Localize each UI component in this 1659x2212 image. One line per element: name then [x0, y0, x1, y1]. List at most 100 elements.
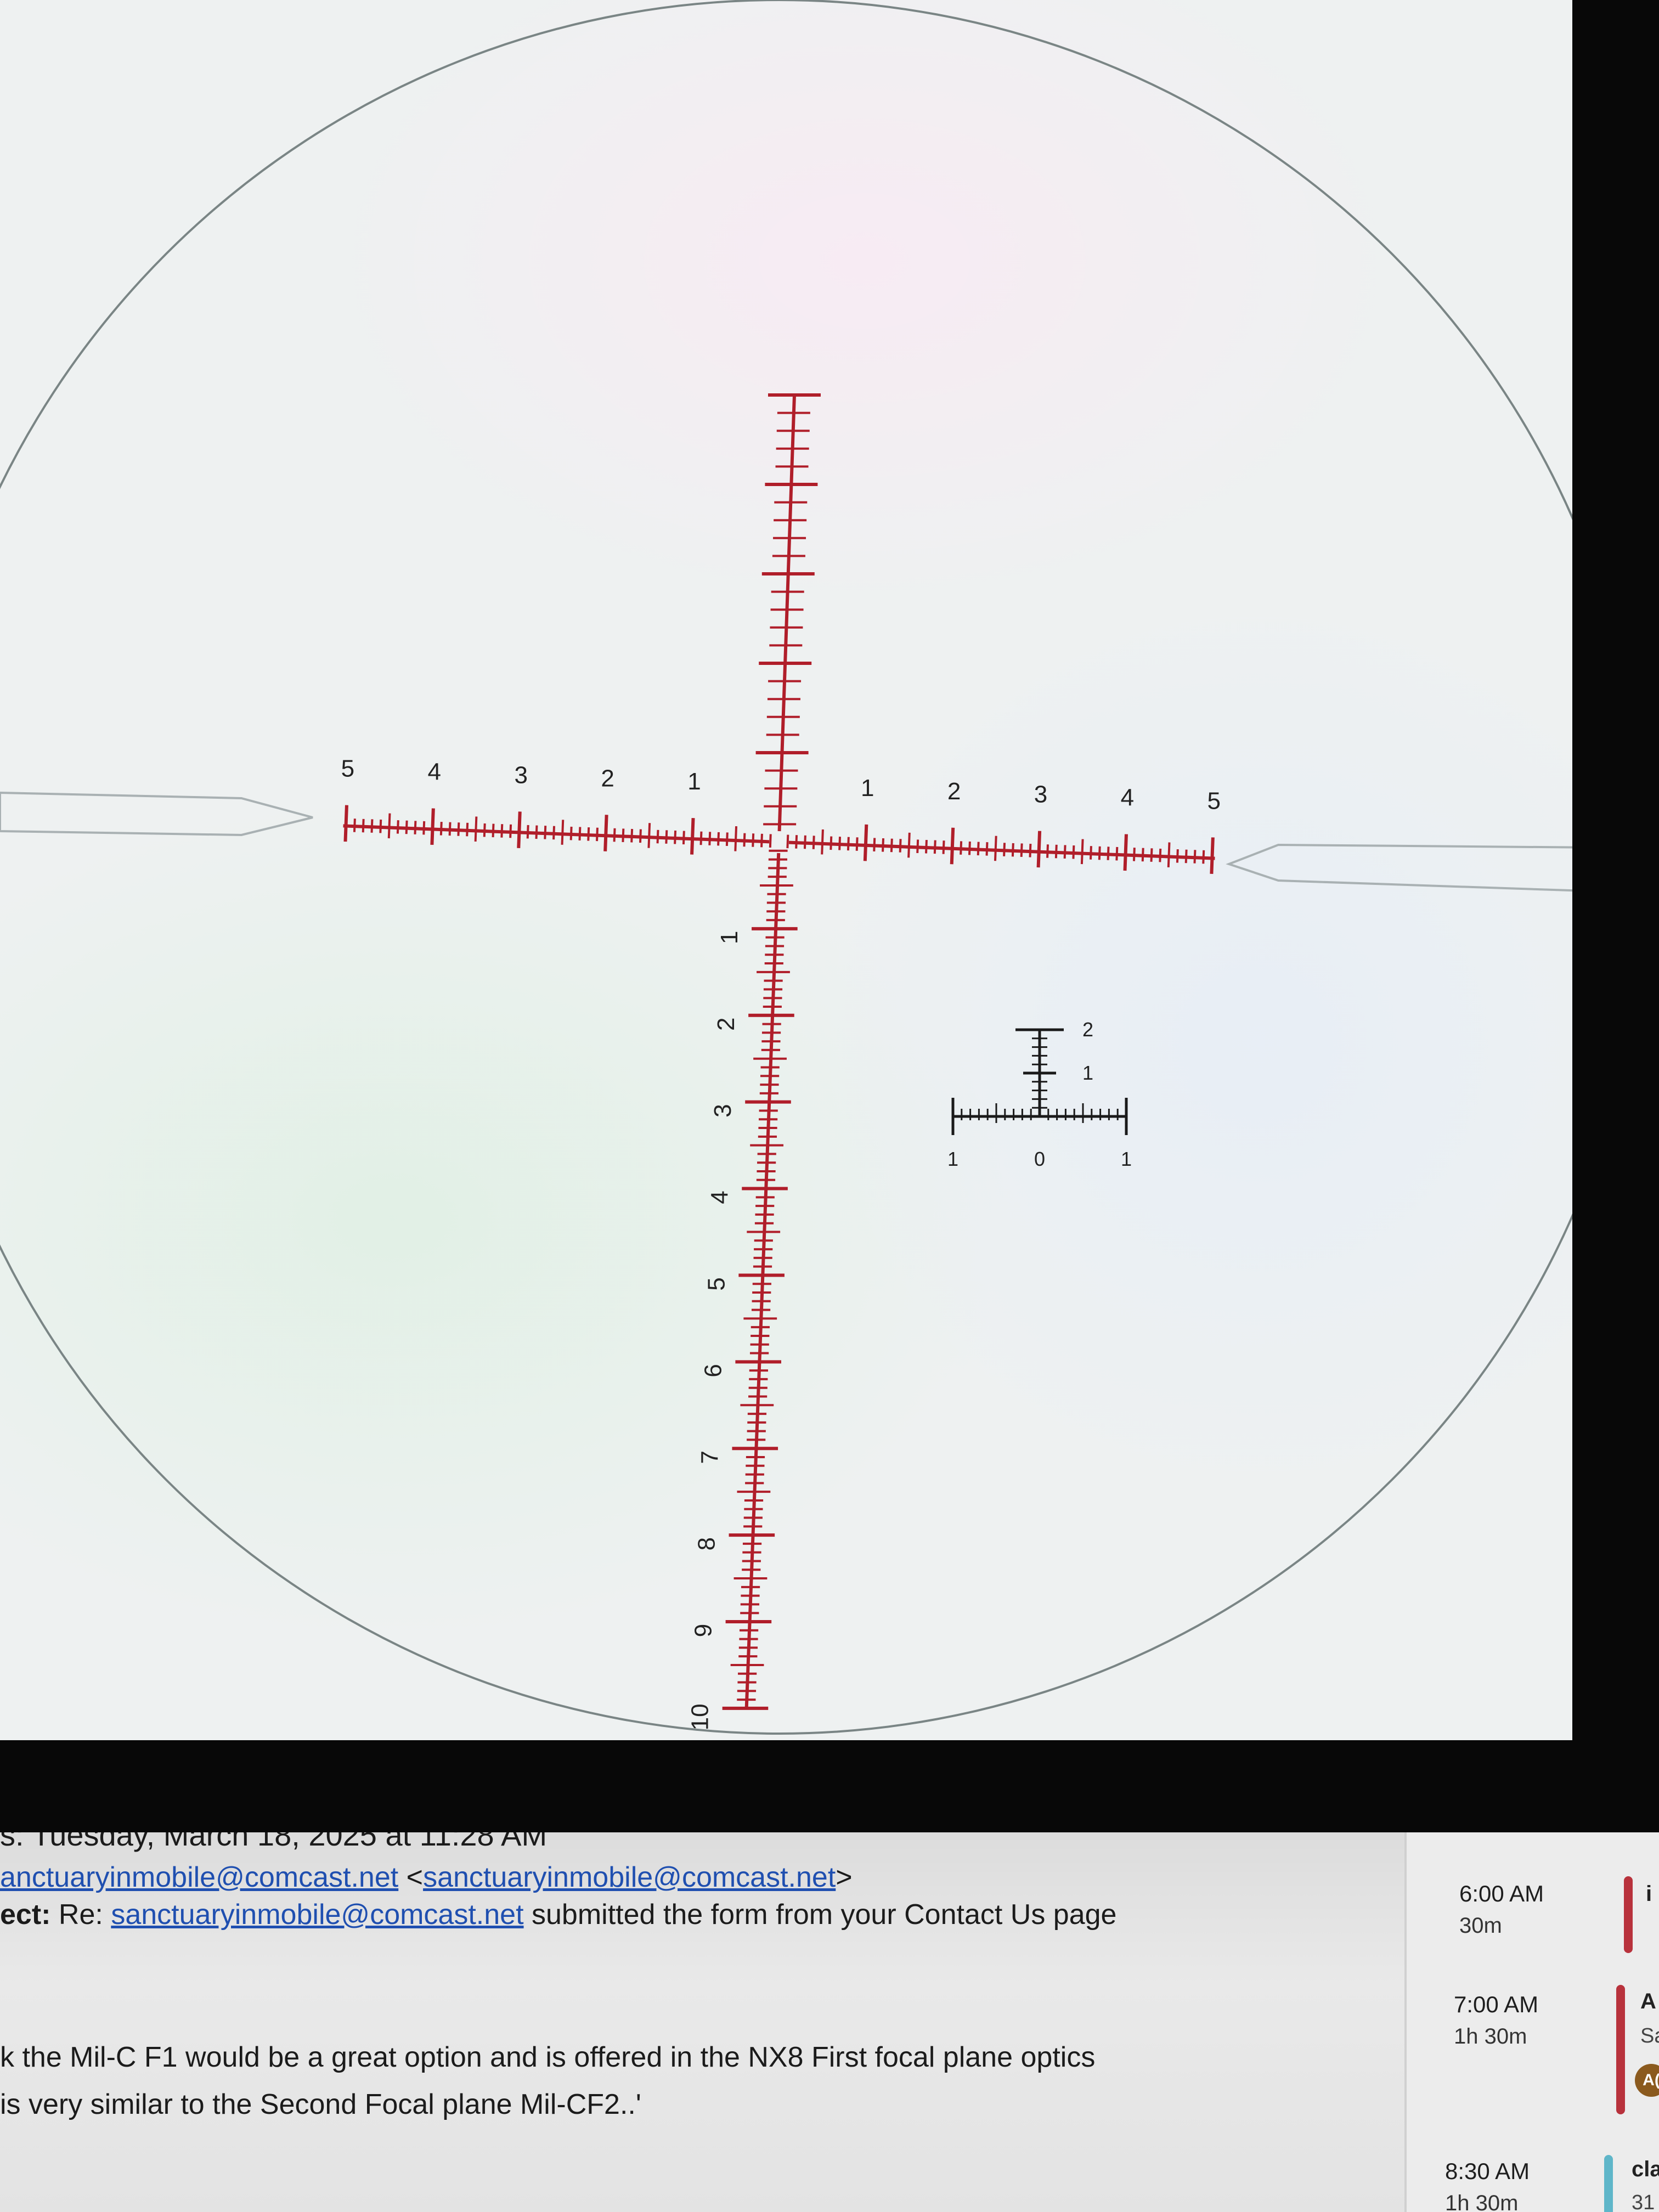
horizontal-tick — [430, 808, 435, 845]
horizontal-tick — [699, 831, 703, 845]
horizontal-tick — [1046, 844, 1049, 858]
horizontal-tick — [639, 829, 642, 843]
lower-label: 3 — [709, 1104, 736, 1117]
to-address-link[interactable]: anctuaryinmobile@comcast.net — [0, 1861, 398, 1893]
email-window: s: Tuesday, March 18, 2025 at 11:28 AM a… — [0, 1832, 1659, 2212]
scope-field-circle — [0, 0, 1572, 1735]
inset-h-label: 0 — [1034, 1148, 1045, 1170]
horizontal-tick — [509, 824, 512, 838]
right-label: 3 — [1034, 781, 1047, 808]
lower-label: 2 — [713, 1018, 740, 1031]
right-post — [1226, 843, 1572, 892]
horizontal-tick — [578, 827, 582, 841]
horizontal-tick — [1193, 850, 1197, 864]
left-label: 4 — [428, 759, 441, 786]
horizontal-tick — [890, 838, 893, 853]
horizontal-tick — [561, 820, 565, 845]
left-label: 5 — [341, 755, 354, 782]
event-3-duration: 1h 30m — [1445, 2191, 1519, 2212]
horizontal-tick — [1003, 843, 1006, 856]
subject-suffix: submitted the form from your Contact Us … — [523, 1899, 1117, 1931]
horizontal-tick — [500, 824, 504, 838]
horizontal-tick — [379, 819, 382, 833]
lower-label: 10 — [687, 1703, 714, 1730]
horizontal-tick — [362, 819, 365, 833]
horizontal-tick — [985, 842, 989, 856]
subject-prefix: Re: — [50, 1899, 111, 1931]
horizontal-tick — [517, 811, 522, 848]
subject-link[interactable]: sanctuaryinmobile@comcast.net — [111, 1899, 523, 1931]
horizontal-tick — [1123, 834, 1128, 871]
horizontal-tick — [613, 828, 616, 842]
horizontal-tick — [795, 835, 798, 849]
to-bracket-open: < — [398, 1861, 424, 1893]
body-line-2: is very similar to the Second Focal plan… — [0, 2089, 641, 2120]
reticle-diagram: 5 4 3 2 1 1 2 3 4 512345678910 211 0 1 — [0, 0, 1572, 1735]
horizontal-tick — [821, 829, 824, 855]
horizontal-tick — [760, 833, 763, 848]
event-1-time: 6:00 AM — [1459, 1881, 1544, 1906]
horizontal-tick — [690, 818, 695, 855]
horizontal-tick — [1098, 846, 1101, 860]
inset-v-label: 1 — [1082, 1062, 1093, 1084]
lower-label: 6 — [699, 1364, 726, 1377]
right-label: 4 — [1121, 785, 1134, 811]
horizontal-tick — [734, 826, 738, 851]
horizontal-tick — [1167, 842, 1171, 868]
horizontal-tick — [708, 832, 712, 845]
horizontal-tick — [569, 826, 573, 840]
event-3-subtitle: 31 — [1632, 2191, 1655, 2212]
horizontal-tick — [1107, 847, 1110, 860]
to-line: anctuaryinmobile@comcast.net <sanctuaryi… — [0, 1861, 853, 1894]
horizontal-tick — [483, 823, 486, 837]
calendar-sidebar: 6:00 AM 30m i 7:00 AM 1h 30m A Sa A( 8:3… — [1404, 1832, 1659, 2212]
inset-h-label: 1 — [947, 1148, 958, 1170]
horizontal-tick — [769, 834, 772, 848]
horizontal-tick — [647, 823, 651, 848]
horizontal-tick — [492, 823, 495, 838]
horizontal-tick — [916, 839, 919, 853]
to-bracket-address-link[interactable]: sanctuaryinmobile@comcast.net — [423, 1861, 836, 1893]
event-1-color-bar[interactable] — [1624, 1876, 1633, 1953]
sent-line: s: Tuesday, March 18, 2025 at 11:28 AM — [0, 1832, 548, 1852]
lower-label: 8 — [693, 1537, 720, 1550]
horizontal-tick — [587, 827, 590, 841]
horizontal-tick — [994, 836, 997, 861]
horizontal-tick — [1176, 849, 1179, 863]
event-2-subtitle: Sa — [1640, 2024, 1659, 2047]
horizontal-tick — [353, 819, 356, 832]
event-2-avatar-badge[interactable]: A( — [1635, 2064, 1659, 2097]
event-2-color-bar[interactable] — [1616, 1985, 1625, 2114]
event-3-title[interactable]: cla — [1632, 2157, 1659, 2182]
horizontal-tick — [925, 839, 928, 854]
horizontal-tick — [950, 827, 955, 865]
horizontal-tick — [838, 837, 842, 850]
horizontal-tick — [1115, 847, 1119, 861]
inset-h-label: 1 — [1121, 1148, 1132, 1170]
horizontal-tick — [899, 839, 902, 853]
horizontal-tick — [1184, 849, 1188, 864]
subject-line: ect: Re: sanctuaryinmobile@comcast.net s… — [0, 1898, 1116, 1931]
to-bracket-close: > — [836, 1861, 853, 1893]
horizontal-tick — [603, 815, 608, 851]
horizontal-tick — [977, 842, 980, 856]
event-3-color-bar[interactable] — [1604, 2155, 1613, 2212]
horizontal-tick — [457, 822, 460, 836]
horizontal-tick — [439, 821, 443, 836]
left-label: 2 — [601, 765, 614, 792]
event-1-duration: 30m — [1459, 1914, 1502, 1938]
monitor-bezel: 5 4 3 2 1 1 2 3 4 5 1 2 3 4 5 6 7 8 9 10 21101 — [0, 0, 1659, 1832]
right-label: 5 — [1207, 787, 1221, 814]
event-3-time: 8:30 AM — [1445, 2158, 1530, 2184]
horizontal-tick — [1202, 850, 1205, 864]
right-label: 1 — [861, 775, 874, 802]
inset-scale: 2 1 1 0 1 — [947, 1018, 1132, 1170]
horizontal-tick — [343, 805, 348, 842]
lower-label: 7 — [696, 1451, 723, 1464]
event-2-title[interactable]: A — [1640, 1989, 1656, 2014]
event-2-duration: 1h 30m — [1454, 2024, 1527, 2049]
horizontal-tick — [1132, 848, 1136, 861]
right-label: 2 — [947, 778, 961, 805]
event-1-title[interactable]: i — [1646, 1882, 1652, 1906]
body-line-1: k the Mil-C F1 would be a great option a… — [0, 2041, 1096, 2073]
